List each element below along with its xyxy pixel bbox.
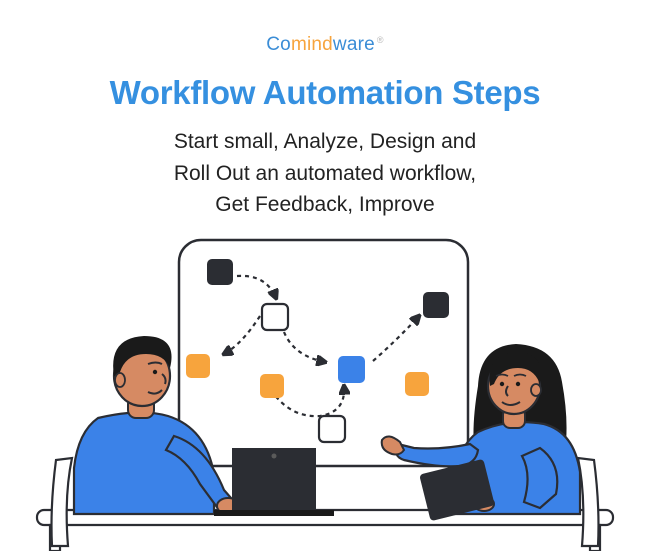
logo-registered-mark: ® (377, 35, 384, 45)
illustration-scene (0, 236, 650, 551)
node-white-1 (262, 304, 288, 330)
desk (37, 510, 613, 551)
node-orange-1 (186, 354, 210, 378)
page-subtitle: Start small, Analyze, Design and Roll Ou… (0, 126, 650, 221)
node-dark-1 (207, 259, 233, 285)
subtitle-line-3: Get Feedback, Improve (215, 193, 434, 216)
node-blue-1 (338, 356, 365, 383)
page-title: Workflow Automation Steps (0, 74, 650, 112)
logo-part-ware: ware (333, 34, 375, 55)
logo-part-co: Co (266, 34, 291, 55)
node-orange-3 (405, 372, 429, 396)
node-white-2 (319, 416, 345, 442)
node-dark-2 (423, 292, 449, 318)
subtitle-line-2: Roll Out an automated workflow, (174, 162, 476, 185)
subtitle-line-1: Start small, Analyze, Design and (174, 130, 476, 153)
logo-part-mind: mind (291, 34, 333, 55)
node-orange-2 (260, 374, 284, 398)
laptop-icon (214, 448, 334, 516)
brand-logo: Comindware® (0, 0, 650, 56)
